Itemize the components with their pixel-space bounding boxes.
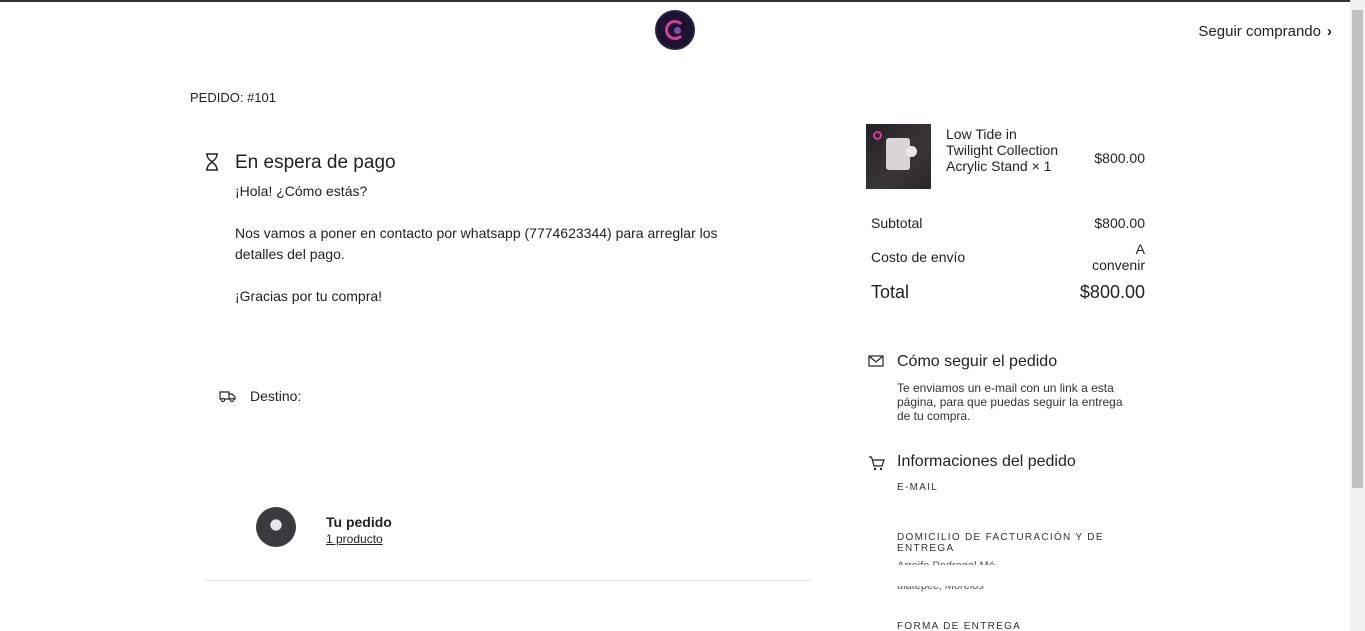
order-number: PEDIDO: #101 xyxy=(190,90,276,105)
hourglass-icon xyxy=(206,153,218,171)
order-thumbnail xyxy=(256,507,296,547)
cart-icon xyxy=(869,456,885,471)
status-title: En espera de pago xyxy=(235,152,396,173)
logo-dot xyxy=(674,27,681,34)
chevron-right-icon: › xyxy=(1327,23,1332,40)
shipping-label: Costo de envío xyxy=(871,249,966,265)
address-line-2: ulatepec, Morelos xyxy=(897,586,984,592)
subtotal-label: Subtotal xyxy=(871,215,923,231)
status-message: ¡Hola! ¿Cómo estás? Nos vamos a poner en… xyxy=(235,181,755,328)
email-label: E-MAIL xyxy=(897,482,939,493)
product-image-badge xyxy=(906,146,917,157)
your-order-title: Tu pedido xyxy=(326,514,392,530)
continue-shopping-label: Seguir comprando xyxy=(1198,23,1321,40)
address-line-1: Arreife Pedregal Mé... xyxy=(897,560,1004,565)
store-logo[interactable] xyxy=(655,10,695,50)
products-link[interactable]: 1 producto xyxy=(326,532,383,546)
divider xyxy=(204,580,812,581)
product-image xyxy=(866,124,931,189)
status-body: Nos vamos a poner en contacto por whatsa… xyxy=(235,225,718,262)
status-thanks: ¡Gracias por tu compra! xyxy=(235,288,383,304)
destination-label: Destino: xyxy=(250,388,302,404)
scrollbar[interactable] xyxy=(1350,0,1365,631)
scrollbar-thumb[interactable] xyxy=(1352,10,1363,488)
status-greeting: ¡Hola! ¿Cómo estás? xyxy=(235,183,368,199)
mail-icon xyxy=(868,355,884,367)
your-order: Tu pedido 1 producto xyxy=(256,507,556,549)
total-value: $800.00 xyxy=(1079,282,1145,302)
top-border xyxy=(0,0,1365,2)
subtotal-value: $800.00 xyxy=(1094,215,1145,231)
order-info-title: Informaciones del pedido xyxy=(897,453,1076,470)
truck-icon xyxy=(219,391,236,403)
tracking-text: Te enviamos un e-mail con un link a esta… xyxy=(897,381,1123,423)
total-label: Total xyxy=(871,282,910,302)
product-name: Low Tide in Twilight Collection Acrylic … xyxy=(946,126,1059,174)
shipping-row: Costo de envío A convenir xyxy=(871,241,1145,275)
shipping-value: A convenir xyxy=(1092,241,1145,273)
address-label: DOMICILIO DE FACTURACIÓN Y DE ENTREGA xyxy=(897,532,1104,554)
product-price: $800.00 xyxy=(1094,150,1145,166)
tracking-title: Cómo seguir el pedido xyxy=(897,353,1058,370)
destination: Destino: xyxy=(219,388,301,404)
product-image-logo xyxy=(873,131,882,140)
continue-shopping-link[interactable]: Seguir comprando › xyxy=(1198,23,1332,40)
delivery-label: FORMA DE ENTREGA xyxy=(897,621,1022,631)
